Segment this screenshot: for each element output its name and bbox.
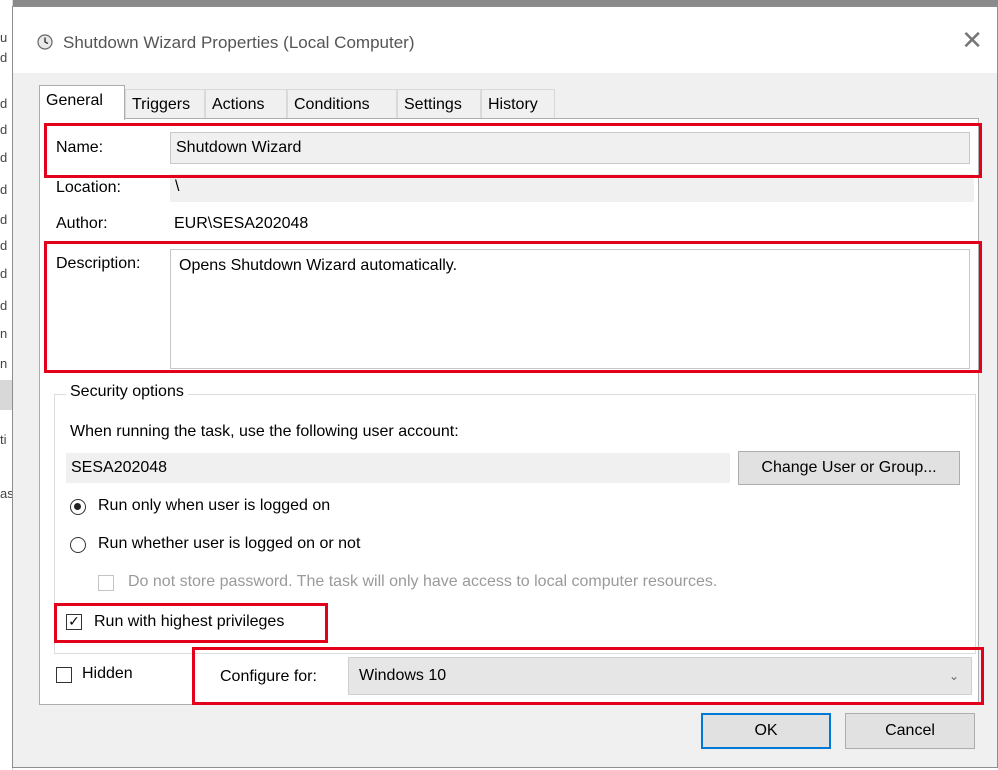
location-value: \ <box>170 174 974 202</box>
change-user-or-group-button[interactable]: Change User or Group... <box>738 451 960 485</box>
window-title: Shutdown Wizard Properties (Local Comput… <box>63 33 415 52</box>
background-text: n <box>0 326 8 341</box>
highlight-highest-privileges <box>54 603 328 643</box>
tab-settings[interactable]: Settings <box>397 89 481 119</box>
cancel-button[interactable]: Cancel <box>845 713 975 749</box>
run-logged-on-label[interactable]: Run only when user is logged on <box>98 497 330 515</box>
background-text: d <box>0 150 8 165</box>
tab-conditions[interactable]: Conditions <box>287 89 397 119</box>
tab-general[interactable]: General <box>39 85 125 120</box>
highlight-configure-for <box>192 647 984 705</box>
do-not-store-password-checkbox[interactable] <box>98 575 114 591</box>
author-label: Author: <box>56 215 108 232</box>
general-tab-panel: Name: Shutdown Wizard Location: \ Author… <box>39 118 984 705</box>
background-text: d <box>0 96 8 111</box>
tab-history[interactable]: History <box>481 89 555 119</box>
background-text: u <box>0 30 8 45</box>
background-text: n <box>0 356 8 371</box>
highlight-description-row <box>44 241 982 373</box>
properties-dialog: Shutdown Wizard Properties (Local Comput… <box>12 6 998 768</box>
background-text: d <box>0 50 8 65</box>
background-text: d <box>0 182 8 197</box>
location-label: Location: <box>56 179 121 196</box>
background-text: ti <box>0 432 7 447</box>
background-text: d <box>0 238 8 253</box>
ok-button[interactable]: OK <box>701 713 831 749</box>
background-text: d <box>0 266 8 281</box>
run-whether-logged-on-radio[interactable] <box>70 537 86 553</box>
background-text: d <box>0 122 8 137</box>
background-text: d <box>0 298 8 313</box>
title-bar[interactable]: Shutdown Wizard Properties (Local Comput… <box>13 7 997 73</box>
close-icon[interactable]: ✕ <box>961 27 983 53</box>
background-text: d <box>0 212 8 227</box>
hidden-checkbox[interactable] <box>56 667 72 683</box>
do-not-store-password-label: Do not store password. The task will onl… <box>128 573 718 590</box>
tab-actions[interactable]: Actions <box>205 89 287 119</box>
background-selection <box>0 380 12 410</box>
hidden-label[interactable]: Hidden <box>82 665 133 683</box>
author-value: EUR\SESA202048 <box>174 215 309 232</box>
security-options-title: Security options <box>66 383 188 401</box>
tab-triggers[interactable]: Triggers <box>125 89 205 119</box>
run-logged-on-radio[interactable] <box>70 499 86 515</box>
run-whether-logged-on-label[interactable]: Run whether user is logged on or not <box>98 535 360 553</box>
highlight-name-row <box>44 123 982 178</box>
account-prompt: When running the task, use the following… <box>70 423 459 440</box>
task-clock-icon <box>37 34 53 50</box>
user-account-field: SESA202048 <box>66 453 730 483</box>
